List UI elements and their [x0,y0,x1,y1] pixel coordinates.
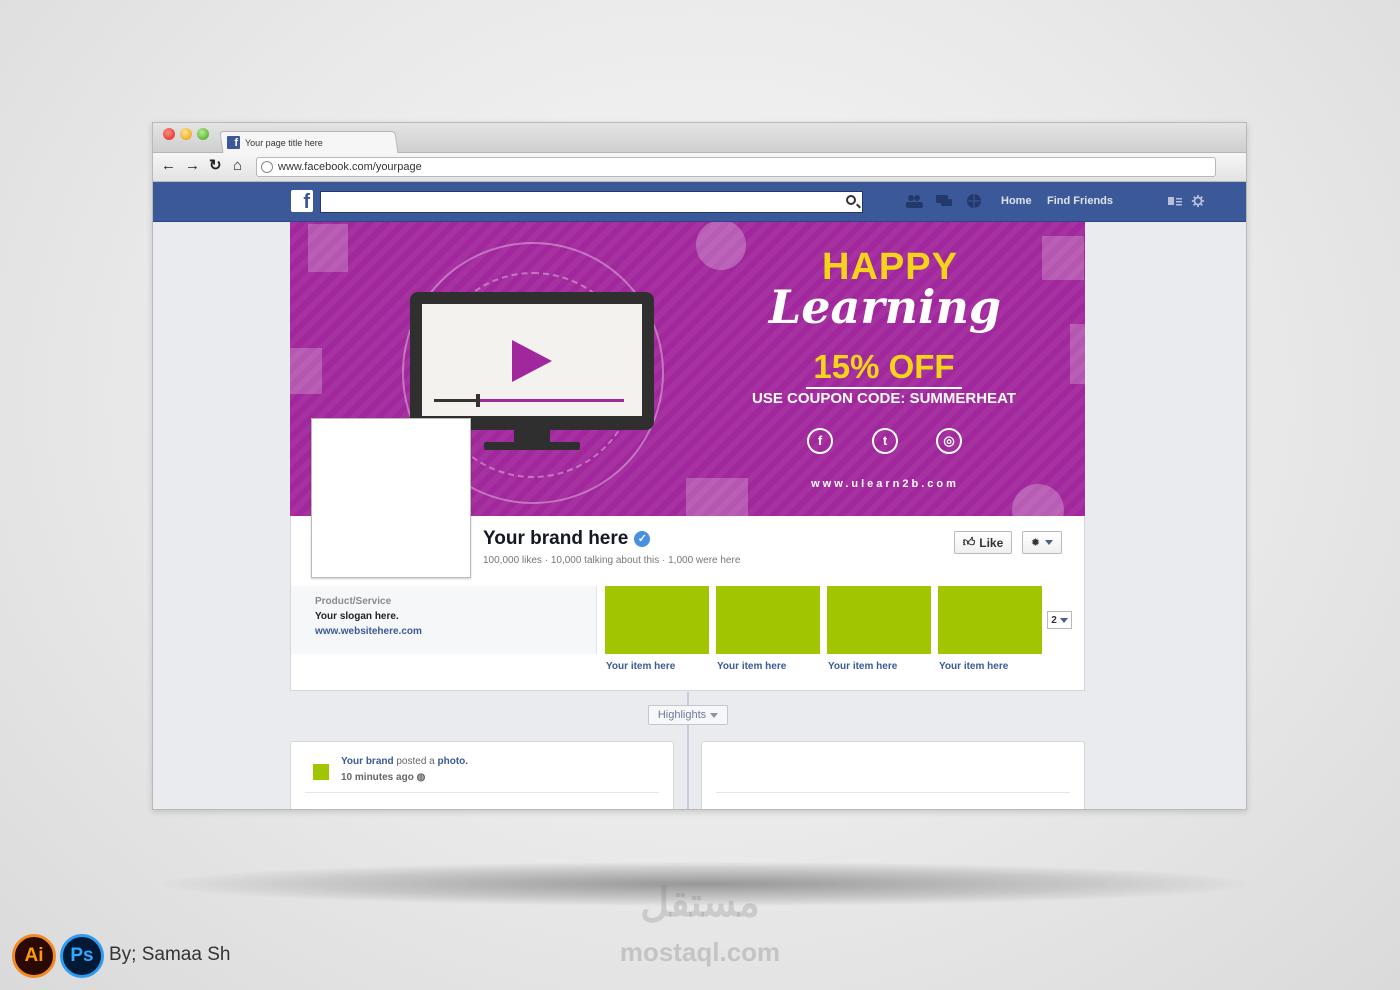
cover-website: www.ulearn2b.com [811,478,959,490]
maximize-window-button[interactable] [197,128,209,140]
browser-window: f Your page title here ← → ↻ ⌂ www.faceb… [152,122,1247,810]
film-strip-icon [308,224,348,272]
instagram-icon: ◎ [936,428,962,454]
timeline-post-empty [701,741,1085,809]
tab-bar: f Your page title here [153,123,1246,154]
tab-content: f Your page title here [227,136,323,149]
app-thumbnail [827,586,931,654]
facebook-page: HAPPY Learning 15% OFF USE COUPON CODE: … [290,222,1085,692]
about-and-apps-row: Product/Service Your slogan here. www.we… [290,586,1085,691]
facebook-favicon-icon: f [227,136,240,149]
app-label: Your item here [939,661,1009,672]
twitter-icon: t [872,428,898,454]
close-window-button[interactable] [163,128,175,140]
profile-picture[interactable] [311,418,471,578]
app-thumbnail [716,586,820,654]
app-thumbnail [605,586,709,654]
forward-arrow-icon[interactable]: → [185,158,200,174]
illustrator-logo: Ai [12,934,56,978]
globe-icon: ◍ [416,772,426,783]
app-thumbnail [938,586,1042,654]
globe-icon [261,161,273,173]
app-label: Your item here [717,661,787,672]
post-author-link[interactable]: Your brand [341,756,394,767]
page-website-link[interactable]: www.websitehere.com [315,626,572,637]
address-bar-row: ← → ↻ ⌂ www.facebook.com/yourpage [153,153,1246,182]
watermark-logo: مستقل [640,881,760,925]
film-reel-icon [696,222,746,270]
post-header: Your brand posted a photo. [341,756,469,767]
app-tile[interactable]: Your item here [716,586,820,672]
facebook-search-input[interactable] [320,191,863,213]
address-bar[interactable]: www.facebook.com/yourpage [256,157,1216,177]
back-arrow-icon[interactable]: ← [161,158,176,174]
watermark-text: mostaql.com [619,937,781,967]
home-link[interactable]: Home [1001,195,1032,207]
about-box: Product/Service Your slogan here. www.we… [291,586,597,654]
video-progress-bar [434,394,624,407]
verified-badge-icon: ✓ [634,531,651,547]
privacy-shortcuts-icon[interactable] [1167,193,1183,209]
notifications-globe-icon[interactable] [965,193,983,209]
page-title: Your brand here ✓ [483,528,651,550]
page-slogan: Your slogan here. [315,611,399,622]
thumbs-up-icon: 👍︎ [962,535,976,549]
page-options-button[interactable]: ✹ [1022,531,1062,554]
chevron-down-icon [1045,540,1054,545]
app-tile[interactable]: Your item here [827,586,931,672]
chevron-down-icon [1059,617,1068,623]
play-icon [512,340,552,382]
friend-requests-icon[interactable] [905,193,923,209]
app-tile[interactable]: Your item here [938,586,1042,672]
clapperboard-icon [290,348,322,394]
facebook-header: f Home Find Friends [153,182,1246,222]
clapperboard-icon [1042,236,1084,280]
highlights-dropdown[interactable]: Highlights [648,705,728,725]
gear-icon: ✹ [1030,537,1041,549]
page-stats: 100,000 likes · 10,000 talking about thi… [483,555,741,566]
facebook-logo[interactable]: f [291,190,313,213]
facebook-icon: f [807,428,833,454]
search-icon[interactable] [846,195,856,205]
timeline-post: Your brand posted a photo. 10 minutes ag… [290,741,674,809]
home-icon[interactable]: ⌂ [233,158,242,174]
monitor-illustration [410,292,654,430]
post-timestamp[interactable]: 10 minutes ago ◍ [341,772,425,783]
url-text: www.facebook.com/yourpage [278,161,422,173]
clapperboard-icon [686,478,748,516]
avatar[interactable] [313,764,329,780]
cover-coupon-code: USE COUPON CODE: SUMMERHEAT [752,390,1016,407]
cover-discount: 15% OFF [806,348,962,389]
find-friends-link[interactable]: Find Friends [1047,195,1113,207]
reload-icon[interactable]: ↻ [209,158,222,174]
app-label: Your item here [828,661,898,672]
app-label: Your item here [606,661,676,672]
author-credit: By; Samaa Sh [109,944,231,965]
minimize-window-button[interactable] [180,128,192,140]
app-tile[interactable]: Your item here [605,586,709,672]
like-button[interactable]: 👍︎ Like [954,531,1012,554]
page-category: Product/Service [315,596,392,607]
more-apps-button[interactable]: 2 [1047,611,1072,629]
settings-gear-icon[interactable] [1191,193,1205,209]
chevron-down-icon [710,712,719,718]
post-object-link[interactable]: photo. [438,756,469,767]
tab-title: Your page title here [245,137,323,148]
messages-icon[interactable] [935,193,953,209]
film-strip-icon [1070,324,1085,384]
cover-script-text: Learning [768,280,1002,334]
photoshop-logo: Ps [60,934,104,978]
